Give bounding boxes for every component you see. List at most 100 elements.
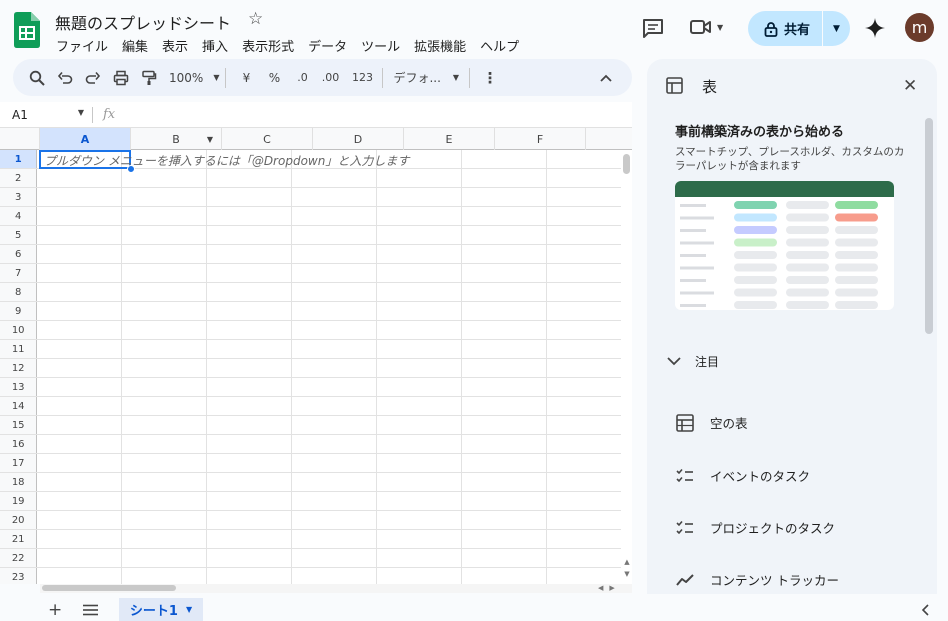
- grid-cell[interactable]: [462, 511, 548, 529]
- grid-cell[interactable]: [292, 207, 378, 225]
- sheets-logo-icon[interactable]: [14, 12, 40, 48]
- grid-cell[interactable]: [462, 302, 548, 320]
- grid-cell[interactable]: [37, 435, 123, 453]
- grid-cell[interactable]: [547, 321, 632, 339]
- grid-cell[interactable]: [207, 226, 293, 244]
- row-header[interactable]: 4: [0, 207, 38, 225]
- grid-cell[interactable]: [37, 188, 123, 206]
- grid-cell[interactable]: [292, 511, 378, 529]
- grid-cell[interactable]: [377, 549, 463, 567]
- undo-button[interactable]: [51, 64, 79, 92]
- template-content-tracker[interactable]: コンテンツ トラッカー: [676, 570, 839, 589]
- grid-cell[interactable]: [37, 302, 123, 320]
- grid-cell[interactable]: [292, 473, 378, 491]
- grid-cell[interactable]: [37, 568, 123, 584]
- collapse-toolbar-button[interactable]: [592, 64, 620, 92]
- grid-cell[interactable]: [122, 283, 208, 301]
- template-event-tasks[interactable]: イベントのタスク: [676, 466, 810, 485]
- row-header[interactable]: 1: [0, 150, 38, 168]
- grid-cell[interactable]: [292, 435, 378, 453]
- grid-cell[interactable]: [462, 264, 548, 282]
- grid-cell[interactable]: [122, 549, 208, 567]
- search-menus-button[interactable]: [23, 64, 51, 92]
- grid-cell[interactable]: [207, 321, 293, 339]
- column-header-c[interactable]: C: [222, 128, 313, 150]
- row-header[interactable]: 19: [0, 492, 38, 510]
- grid-cell[interactable]: [547, 283, 632, 301]
- grid-cell[interactable]: [37, 321, 123, 339]
- grid-cell[interactable]: [122, 169, 208, 187]
- grid-cell[interactable]: [37, 340, 123, 358]
- row-header[interactable]: 13: [0, 378, 38, 396]
- grid-cell[interactable]: [462, 473, 548, 491]
- column-header-d[interactable]: D: [313, 128, 404, 150]
- share-main[interactable]: 共有: [748, 11, 822, 46]
- row-header[interactable]: 11: [0, 340, 38, 358]
- grid-cell[interactable]: [207, 397, 293, 415]
- grid-cell[interactable]: [292, 302, 378, 320]
- menu-format[interactable]: 表示形式: [242, 36, 294, 55]
- avatar[interactable]: m: [905, 13, 934, 42]
- grid-cell[interactable]: [377, 530, 463, 548]
- horizontal-scroll-arrows[interactable]: ◀▶: [598, 584, 621, 592]
- grid-cell[interactable]: [377, 188, 463, 206]
- grid-cell[interactable]: [547, 397, 632, 415]
- print-button[interactable]: [107, 64, 135, 92]
- grid-cell[interactable]: [377, 321, 463, 339]
- grid-cell[interactable]: [462, 435, 548, 453]
- grid-cell[interactable]: [377, 492, 463, 510]
- meet-button[interactable]: ▼: [690, 17, 723, 37]
- formula-input[interactable]: [115, 103, 632, 127]
- menu-insert[interactable]: 挿入: [202, 36, 228, 55]
- grid-cell[interactable]: [547, 226, 632, 244]
- grid-cell[interactable]: [462, 416, 548, 434]
- grid-cell[interactable]: [462, 568, 548, 584]
- grid-cell[interactable]: [547, 359, 632, 377]
- grid-cell[interactable]: [377, 435, 463, 453]
- grid-cell[interactable]: [207, 188, 293, 206]
- share-button[interactable]: 共有 ▼: [748, 11, 850, 46]
- star-icon[interactable]: ☆: [248, 9, 263, 29]
- grid-cell[interactable]: [207, 568, 293, 584]
- grid-cell[interactable]: [462, 150, 548, 168]
- row-header[interactable]: 22: [0, 549, 38, 567]
- grid-cell[interactable]: [207, 302, 293, 320]
- grid-cell[interactable]: [547, 188, 632, 206]
- paint-format-button[interactable]: [135, 64, 163, 92]
- scroll-arrows[interactable]: ▲ ▼: [623, 556, 631, 580]
- grid-cell[interactable]: [122, 264, 208, 282]
- grid-cell[interactable]: [462, 549, 548, 567]
- grid-cell[interactable]: [122, 245, 208, 263]
- grid-cell[interactable]: [207, 245, 293, 263]
- row-header[interactable]: 15: [0, 416, 38, 434]
- grid-cell[interactable]: [377, 473, 463, 491]
- grid-cell[interactable]: [37, 169, 123, 187]
- grid-cell[interactable]: [292, 321, 378, 339]
- grid-cell[interactable]: [462, 207, 548, 225]
- font-select[interactable]: デフォ... ▼: [393, 64, 459, 92]
- grid-cell[interactable]: [547, 207, 632, 225]
- grid-cell[interactable]: [37, 492, 123, 510]
- grid-cell[interactable]: [377, 511, 463, 529]
- grid-cell[interactable]: [547, 378, 632, 396]
- grid-cell[interactable]: [377, 226, 463, 244]
- grid-cell[interactable]: [377, 302, 463, 320]
- grid-cell[interactable]: [462, 492, 548, 510]
- grid-cell[interactable]: [37, 397, 123, 415]
- grid-cell[interactable]: [547, 435, 632, 453]
- zoom-select[interactable]: 100% ▼: [169, 64, 219, 92]
- increase-decimal-button[interactable]: .00: [316, 64, 344, 92]
- row-header[interactable]: 2: [0, 169, 38, 187]
- decrease-decimal-button[interactable]: .0: [288, 64, 316, 92]
- grid-cell[interactable]: [122, 492, 208, 510]
- spreadsheet-grid[interactable]: A B ▼ C D E F 1 2 3 4 5 6 7 8 9 10 11 12 13 14 15 16 17 1…: [0, 128, 632, 584]
- grid-cell[interactable]: [37, 416, 123, 434]
- grid-cell[interactable]: [547, 568, 632, 584]
- grid-cell[interactable]: [37, 264, 123, 282]
- grid-cell[interactable]: [207, 169, 293, 187]
- all-sheets-icon[interactable]: [83, 604, 98, 616]
- grid-cell[interactable]: [547, 245, 632, 263]
- row-header[interactable]: 23: [0, 568, 38, 584]
- horizontal-scroll-thumb[interactable]: [42, 585, 176, 591]
- grid-cell[interactable]: [122, 435, 208, 453]
